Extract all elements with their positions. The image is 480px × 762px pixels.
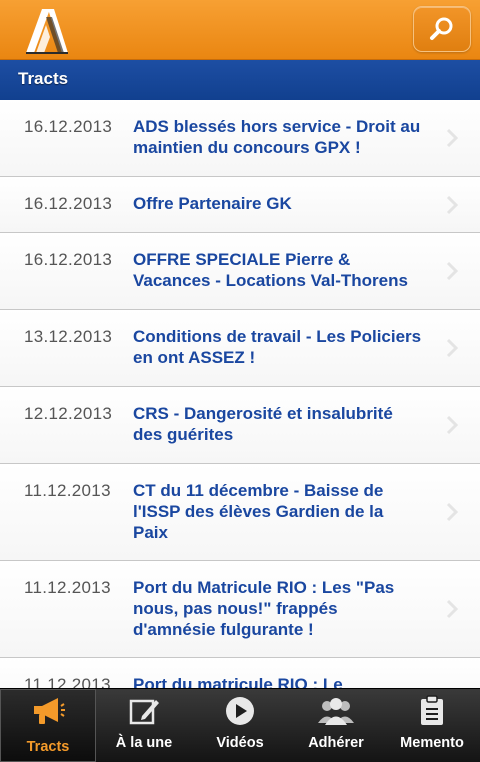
item-date: 16.12.2013 (24, 250, 113, 269)
megaphone-icon (28, 695, 68, 727)
tab-label: Memento (400, 735, 464, 751)
chevron-right-icon (446, 338, 458, 358)
tab-tracts[interactable]: Tracts (0, 689, 96, 762)
item-date: 16.12.2013 (24, 117, 113, 136)
item-date: 16.12.2013 (24, 194, 113, 213)
list-item[interactable]: 16.12.2013 Offre Partenaire GK (0, 177, 480, 233)
list-item[interactable]: 13.12.2013 Conditions de travail - Les P… (0, 310, 480, 387)
search-button[interactable] (413, 6, 471, 52)
tab-adherer[interactable]: Adhérer (288, 689, 384, 762)
item-title: Conditions de travail - Les Policiers en… (133, 327, 422, 367)
search-icon (430, 17, 453, 40)
item-title: CT du 11 décembre - Baisse de l'ISSP des… (133, 481, 384, 542)
app-header (0, 0, 480, 60)
tab-label: Adhérer (308, 735, 364, 751)
chevron-right-icon (446, 128, 458, 148)
item-date: 11.12.2013 (24, 578, 111, 597)
item-title: ADS blessés hors service - Droit au main… (133, 117, 421, 157)
chevron-right-icon (446, 261, 458, 281)
chevron-right-icon (446, 599, 458, 619)
chevron-right-icon (446, 195, 458, 214)
list-item[interactable]: 16.12.2013 ADS blessés hors service - Dr… (0, 100, 480, 177)
item-title: Port du matricule RIO : Le (133, 675, 343, 688)
chevron-right-icon (446, 502, 458, 522)
section-title: Tracts (0, 60, 480, 100)
chevron-right-icon (446, 415, 458, 435)
item-title: Port du Matricule RIO : Les "Pas nous, p… (133, 578, 395, 639)
item-date: 11.12.2013 (24, 481, 111, 500)
list-item[interactable]: 11.12.2013 CT du 11 décembre - Baisse de… (0, 464, 480, 561)
list-item[interactable]: 12.12.2013 CRS - Dangerosité et insalubr… (0, 387, 480, 464)
users-icon (316, 695, 356, 727)
list-item[interactable]: 11.12.2013 Port du matricule RIO : Le (0, 658, 480, 688)
item-title: CRS - Dangerosité et insalubrité des gué… (133, 404, 393, 444)
item-date: 11.12.2013 (24, 675, 111, 688)
tab-a-la-une[interactable]: À la une (96, 689, 192, 762)
bottom-tab-bar: Tracts À la une Vidéos Adhérer Memento (0, 688, 480, 762)
tab-memento[interactable]: Memento (384, 689, 480, 762)
item-title: OFFRE SPECIALE Pierre & Vacances - Locat… (133, 250, 408, 290)
tab-videos[interactable]: Vidéos (192, 689, 288, 762)
tab-label: À la une (115, 735, 173, 751)
tab-label: Tracts (26, 739, 70, 755)
edit-icon (124, 695, 164, 727)
item-date: 12.12.2013 (24, 404, 113, 423)
tab-label: Vidéos (216, 735, 264, 751)
list-item[interactable]: 16.12.2013 OFFRE SPECIALE Pierre & Vacan… (0, 233, 480, 310)
list-item[interactable]: 11.12.2013 Port du Matricule RIO : Les "… (0, 561, 480, 658)
clipboard-icon (412, 695, 452, 727)
item-date: 13.12.2013 (24, 327, 113, 346)
app-logo-icon[interactable] (22, 7, 70, 55)
tracts-list[interactable]: 16.12.2013 ADS blessés hors service - Dr… (0, 100, 480, 688)
play-icon (220, 695, 260, 727)
item-title: Offre Partenaire GK (133, 194, 292, 213)
